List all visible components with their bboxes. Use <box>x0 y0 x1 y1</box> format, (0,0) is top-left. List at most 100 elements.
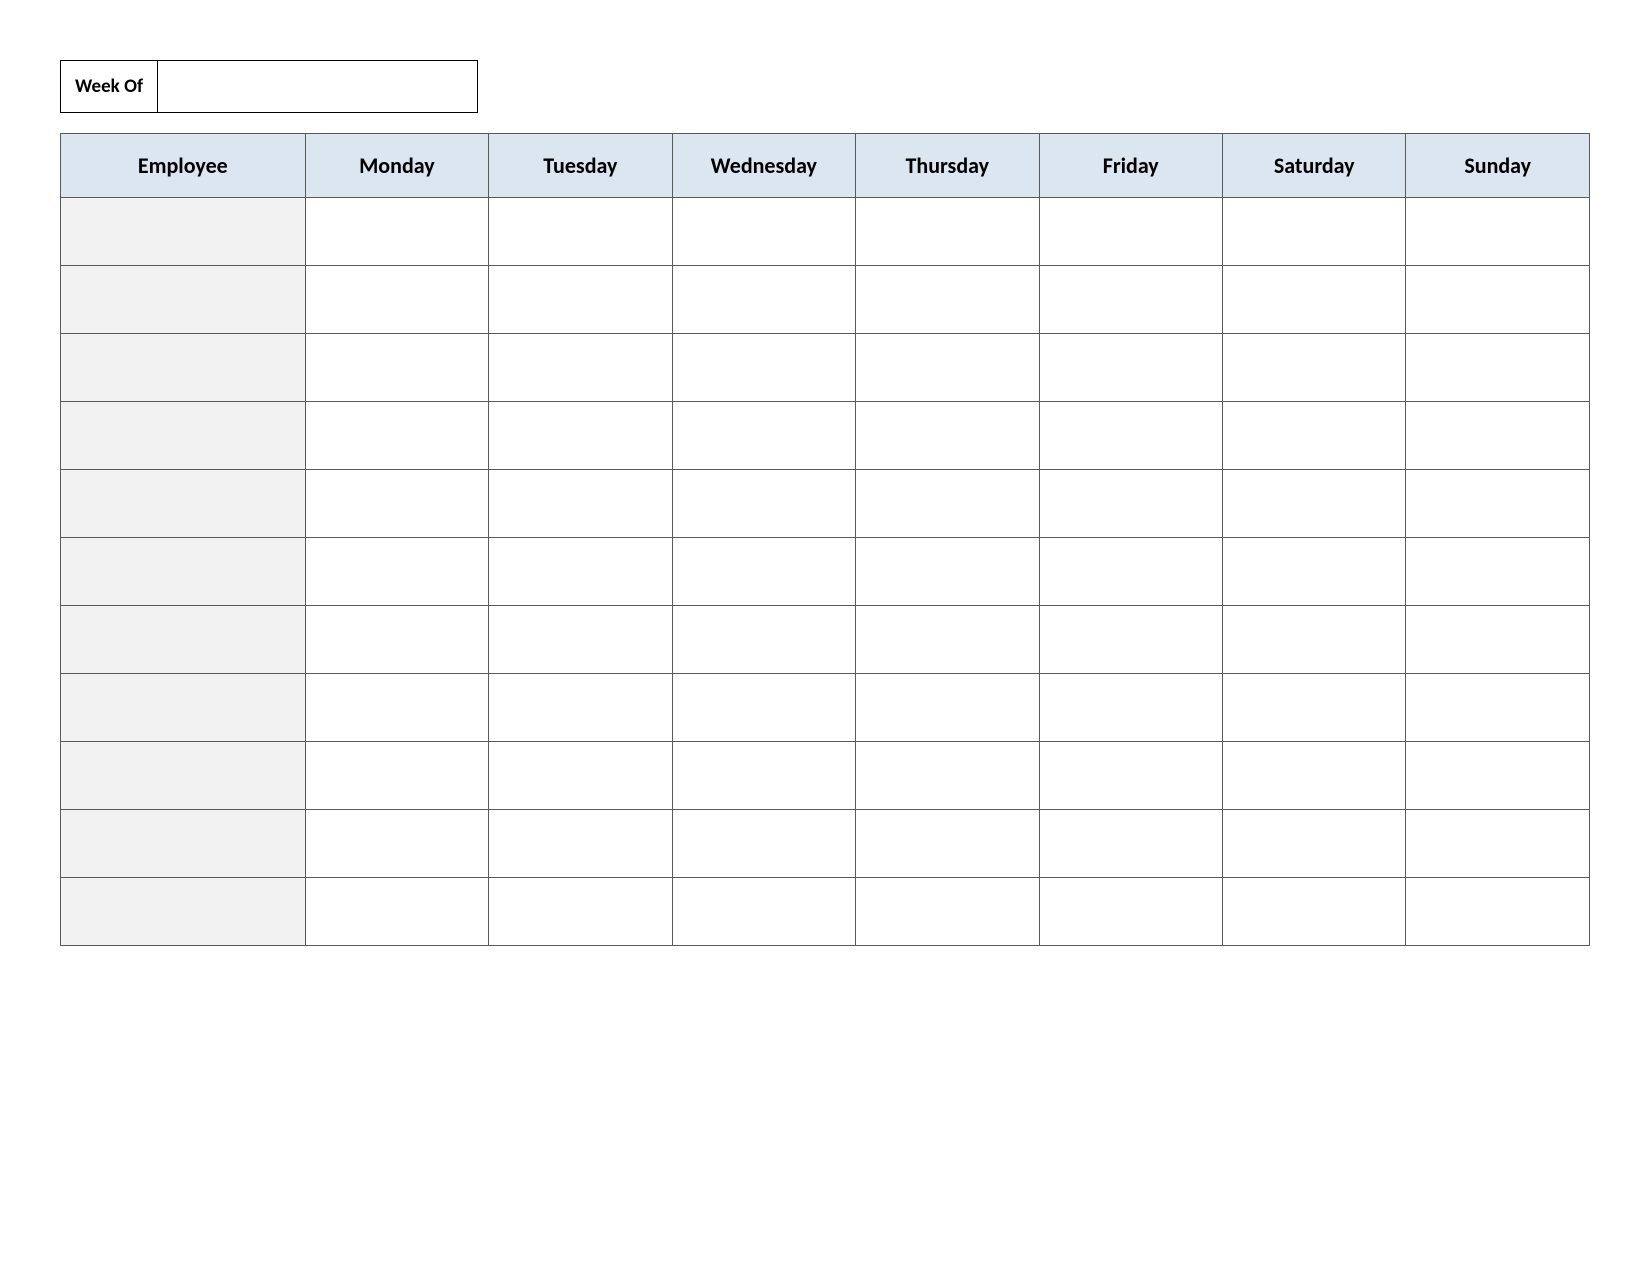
day-cell-wednesday[interactable] <box>672 470 855 538</box>
day-cell-sunday[interactable] <box>1406 878 1590 946</box>
day-cell-friday[interactable] <box>1039 606 1222 674</box>
day-cell-tuesday[interactable] <box>489 198 672 266</box>
week-of-label: Week Of <box>60 60 158 113</box>
table-row <box>61 334 1590 402</box>
day-cell-wednesday[interactable] <box>672 266 855 334</box>
day-cell-saturday[interactable] <box>1222 538 1405 606</box>
day-cell-friday[interactable] <box>1039 402 1222 470</box>
day-cell-tuesday[interactable] <box>489 742 672 810</box>
day-cell-friday[interactable] <box>1039 674 1222 742</box>
day-cell-wednesday[interactable] <box>672 674 855 742</box>
day-cell-saturday[interactable] <box>1222 674 1405 742</box>
day-cell-thursday[interactable] <box>856 674 1039 742</box>
day-cell-friday[interactable] <box>1039 198 1222 266</box>
day-cell-thursday[interactable] <box>856 198 1039 266</box>
day-cell-sunday[interactable] <box>1406 742 1590 810</box>
day-cell-monday[interactable] <box>305 606 488 674</box>
day-cell-sunday[interactable] <box>1406 402 1590 470</box>
day-cell-sunday[interactable] <box>1406 674 1590 742</box>
day-cell-saturday[interactable] <box>1222 402 1405 470</box>
day-cell-thursday[interactable] <box>856 810 1039 878</box>
employee-cell[interactable] <box>61 334 306 402</box>
day-cell-sunday[interactable] <box>1406 810 1590 878</box>
day-cell-monday[interactable] <box>305 538 488 606</box>
day-cell-tuesday[interactable] <box>489 402 672 470</box>
day-cell-wednesday[interactable] <box>672 742 855 810</box>
day-cell-tuesday[interactable] <box>489 266 672 334</box>
day-cell-tuesday[interactable] <box>489 538 672 606</box>
day-cell-wednesday[interactable] <box>672 878 855 946</box>
employee-cell[interactable] <box>61 878 306 946</box>
table-row <box>61 606 1590 674</box>
day-cell-friday[interactable] <box>1039 334 1222 402</box>
day-cell-tuesday[interactable] <box>489 334 672 402</box>
employee-cell[interactable] <box>61 266 306 334</box>
day-cell-tuesday[interactable] <box>489 878 672 946</box>
day-cell-wednesday[interactable] <box>672 402 855 470</box>
day-cell-saturday[interactable] <box>1222 810 1405 878</box>
day-cell-tuesday[interactable] <box>489 606 672 674</box>
table-row <box>61 470 1590 538</box>
day-cell-sunday[interactable] <box>1406 266 1590 334</box>
day-cell-thursday[interactable] <box>856 402 1039 470</box>
day-cell-monday[interactable] <box>305 470 488 538</box>
day-cell-wednesday[interactable] <box>672 810 855 878</box>
day-cell-saturday[interactable] <box>1222 198 1405 266</box>
employee-cell[interactable] <box>61 810 306 878</box>
day-cell-friday[interactable] <box>1039 470 1222 538</box>
employee-cell[interactable] <box>61 742 306 810</box>
day-cell-saturday[interactable] <box>1222 742 1405 810</box>
day-cell-monday[interactable] <box>305 334 488 402</box>
employee-cell[interactable] <box>61 402 306 470</box>
employee-cell[interactable] <box>61 606 306 674</box>
day-cell-sunday[interactable] <box>1406 334 1590 402</box>
day-cell-friday[interactable] <box>1039 878 1222 946</box>
day-cell-wednesday[interactable] <box>672 334 855 402</box>
day-cell-wednesday[interactable] <box>672 198 855 266</box>
day-cell-wednesday[interactable] <box>672 606 855 674</box>
table-row <box>61 198 1590 266</box>
day-cell-thursday[interactable] <box>856 266 1039 334</box>
day-cell-thursday[interactable] <box>856 334 1039 402</box>
week-of-input[interactable] <box>158 60 478 113</box>
schedule-table: Employee Monday Tuesday Wednesday Thursd… <box>60 133 1590 946</box>
day-cell-tuesday[interactable] <box>489 470 672 538</box>
day-cell-saturday[interactable] <box>1222 334 1405 402</box>
day-cell-tuesday[interactable] <box>489 810 672 878</box>
day-cell-sunday[interactable] <box>1406 470 1590 538</box>
day-cell-sunday[interactable] <box>1406 198 1590 266</box>
day-cell-monday[interactable] <box>305 402 488 470</box>
table-body <box>61 198 1590 946</box>
day-cell-thursday[interactable] <box>856 742 1039 810</box>
day-cell-monday[interactable] <box>305 878 488 946</box>
employee-cell[interactable] <box>61 198 306 266</box>
day-cell-monday[interactable] <box>305 674 488 742</box>
day-cell-saturday[interactable] <box>1222 470 1405 538</box>
day-cell-sunday[interactable] <box>1406 606 1590 674</box>
employee-cell[interactable] <box>61 538 306 606</box>
day-cell-saturday[interactable] <box>1222 878 1405 946</box>
day-cell-thursday[interactable] <box>856 878 1039 946</box>
day-cell-monday[interactable] <box>305 198 488 266</box>
day-cell-saturday[interactable] <box>1222 606 1405 674</box>
column-header-tuesday: Tuesday <box>489 134 672 198</box>
day-cell-friday[interactable] <box>1039 810 1222 878</box>
day-cell-friday[interactable] <box>1039 742 1222 810</box>
employee-cell[interactable] <box>61 674 306 742</box>
employee-cell[interactable] <box>61 470 306 538</box>
day-cell-monday[interactable] <box>305 742 488 810</box>
day-cell-wednesday[interactable] <box>672 538 855 606</box>
day-cell-thursday[interactable] <box>856 606 1039 674</box>
table-header-row: Employee Monday Tuesday Wednesday Thursd… <box>61 134 1590 198</box>
day-cell-sunday[interactable] <box>1406 538 1590 606</box>
day-cell-saturday[interactable] <box>1222 266 1405 334</box>
day-cell-friday[interactable] <box>1039 266 1222 334</box>
table-row <box>61 810 1590 878</box>
column-header-wednesday: Wednesday <box>672 134 855 198</box>
day-cell-tuesday[interactable] <box>489 674 672 742</box>
day-cell-friday[interactable] <box>1039 538 1222 606</box>
day-cell-thursday[interactable] <box>856 470 1039 538</box>
day-cell-monday[interactable] <box>305 266 488 334</box>
day-cell-thursday[interactable] <box>856 538 1039 606</box>
day-cell-monday[interactable] <box>305 810 488 878</box>
